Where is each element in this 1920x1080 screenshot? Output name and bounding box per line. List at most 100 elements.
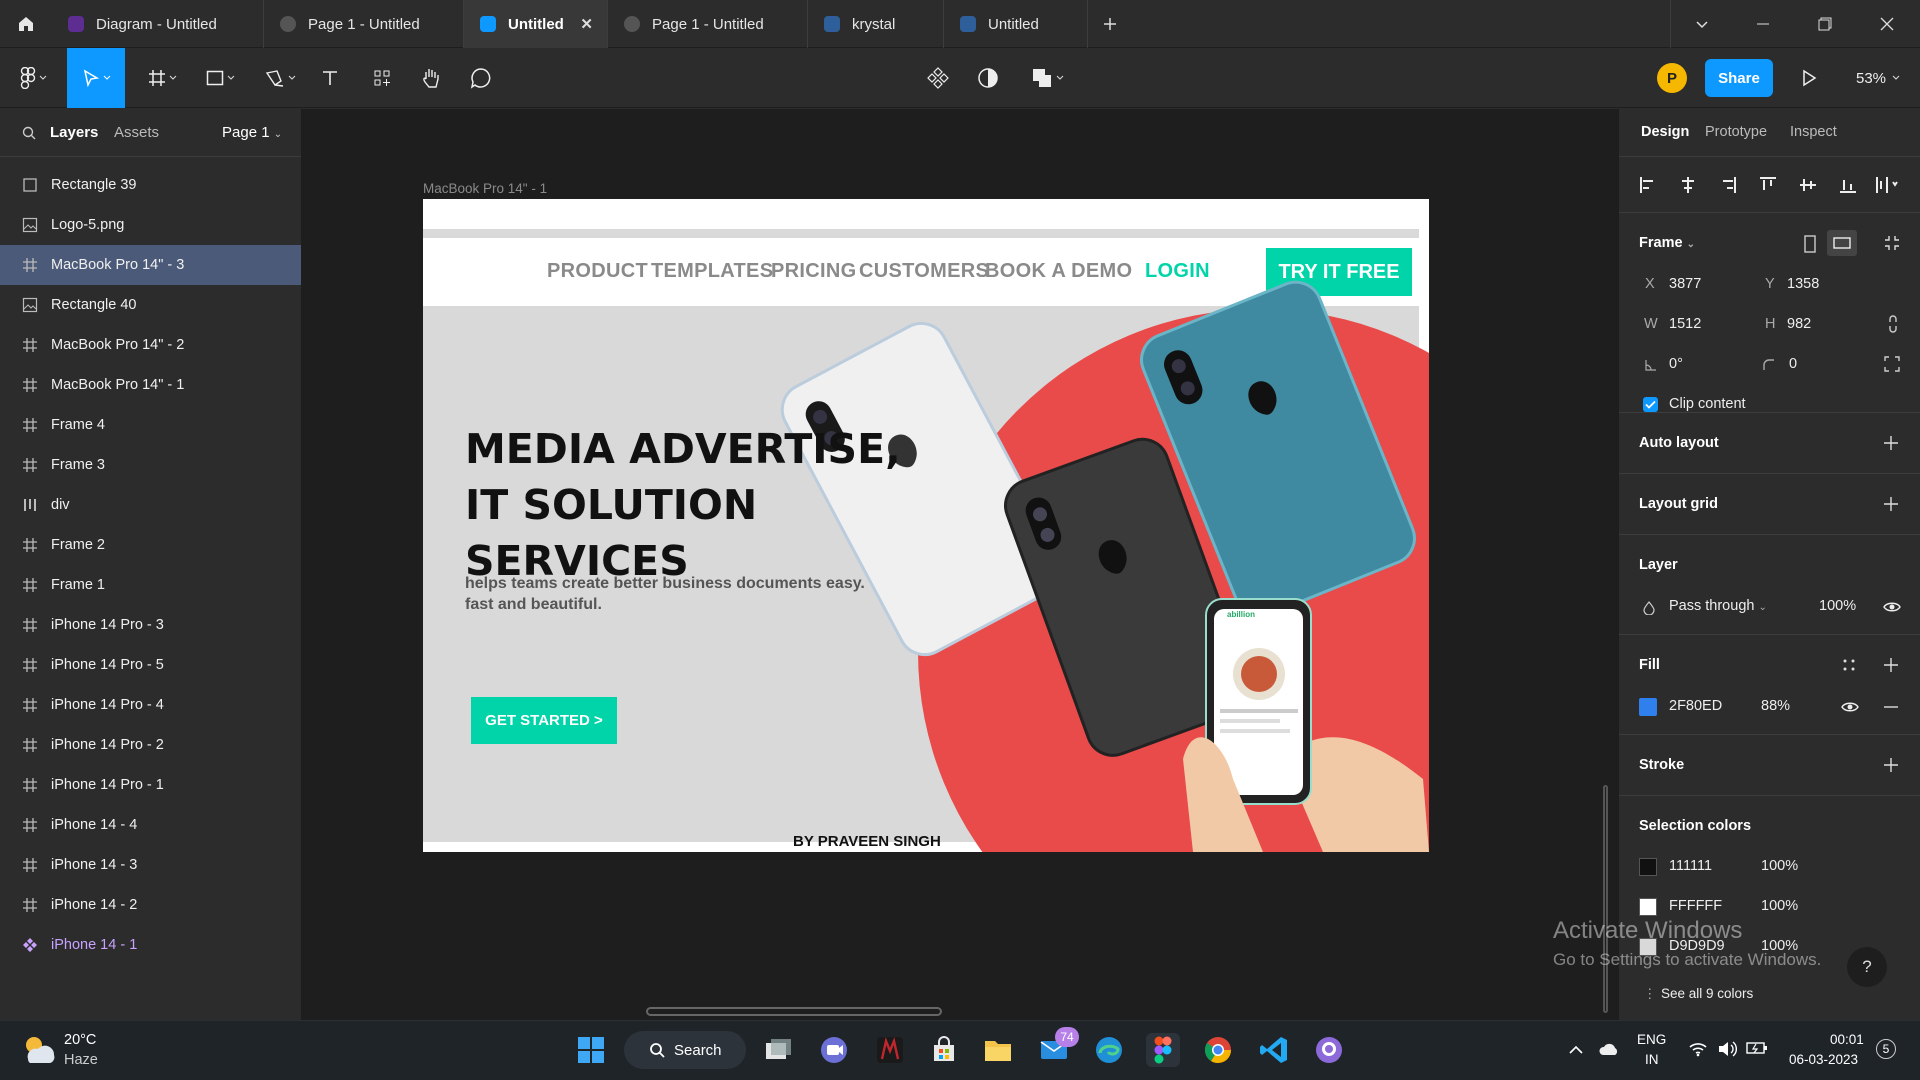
layer-row[interactable]: iPhone 14 Pro - 3	[0, 605, 301, 645]
drag-handle-icon[interactable]: ⋮	[1643, 986, 1657, 1002]
horizontal-scrollbar[interactable]	[646, 1007, 942, 1016]
plus-icon[interactable]	[1884, 658, 1898, 672]
user-avatar[interactable]: P	[1656, 48, 1688, 108]
align-bottom-icon[interactable]	[1839, 176, 1857, 194]
selection-color-swatch[interactable]	[1639, 898, 1657, 916]
landscape-toggle[interactable]	[1827, 230, 1857, 256]
selection-color-hex[interactable]: FFFFFF	[1669, 898, 1722, 914]
layer-row[interactable]: MacBook Pro 14" - 3	[0, 245, 301, 285]
edge-button[interactable]	[1092, 1033, 1126, 1067]
design-frame[interactable]: PRODUCT TEMPLATES PRICING CUSTOMERS BOOK…	[423, 199, 1429, 852]
layer-row[interactable]: Frame 1	[0, 565, 301, 605]
tab-untitled-2[interactable]: Untitled	[944, 0, 1088, 48]
width-input[interactable]: 1512	[1669, 316, 1701, 332]
new-tab-button[interactable]	[1098, 0, 1122, 48]
help-button[interactable]: ?	[1847, 947, 1887, 987]
github-button[interactable]	[1312, 1033, 1346, 1067]
hand-tool[interactable]	[418, 48, 444, 108]
boolean-button[interactable]	[1024, 48, 1070, 108]
chrome-button[interactable]	[1201, 1033, 1235, 1067]
layer-row[interactable]: iPhone 14 Pro - 1	[0, 765, 301, 805]
layer-row[interactable]: iPhone 14 - 3	[0, 845, 301, 885]
notification-badge[interactable]: 5	[1876, 1039, 1896, 1059]
home-button[interactable]	[0, 0, 52, 48]
wifi-icon[interactable]	[1688, 1041, 1708, 1057]
y-input[interactable]: 1358	[1787, 276, 1819, 292]
move-tool[interactable]	[67, 48, 125, 108]
clock-time[interactable]: 00:01	[1830, 1032, 1864, 1047]
layer-opacity-input[interactable]: 100%	[1819, 598, 1856, 614]
height-input[interactable]: 982	[1787, 316, 1811, 332]
clock-date[interactable]: 06-03-2023	[1789, 1052, 1858, 1067]
layer-row[interactable]: Rectangle 40	[0, 285, 301, 325]
plus-icon[interactable]	[1884, 497, 1898, 511]
resize-to-fit-icon[interactable]	[1884, 235, 1900, 251]
shape-tool[interactable]	[198, 48, 242, 108]
x-input[interactable]: 3877	[1669, 276, 1701, 292]
volume-icon[interactable]	[1717, 1040, 1737, 1058]
restore-button[interactable]	[1794, 0, 1856, 48]
teams-chat-button[interactable]	[817, 1033, 851, 1067]
get-started-button[interactable]: GET STARTED >	[471, 697, 617, 744]
clip-content-checkbox[interactable]	[1643, 397, 1658, 412]
layer-row[interactable]: Frame 2	[0, 525, 301, 565]
selection-color-opacity[interactable]: 100%	[1761, 858, 1798, 874]
align-center-v-icon[interactable]	[1799, 176, 1817, 194]
layer-row[interactable]: div	[0, 485, 301, 525]
layer-row[interactable]: MacBook Pro 14" - 2	[0, 325, 301, 365]
fill-opacity-input[interactable]: 88%	[1761, 698, 1790, 714]
minus-icon[interactable]	[1884, 706, 1898, 708]
tab-diagram[interactable]: Diagram - Untitled	[52, 0, 264, 48]
mail-button[interactable]: 74	[1037, 1027, 1079, 1067]
comment-tool[interactable]	[468, 48, 494, 108]
store-button[interactable]	[927, 1033, 961, 1067]
align-center-h-icon[interactable]	[1679, 176, 1697, 194]
layer-row[interactable]: iPhone 14 Pro - 2	[0, 725, 301, 765]
components-button[interactable]	[924, 48, 952, 108]
align-left-icon[interactable]	[1639, 176, 1657, 194]
vertical-scrollbar[interactable]	[1603, 785, 1608, 1013]
canvas[interactable]: MacBook Pro 14" - 1 PRODUCT TEMPLATES PR…	[302, 109, 1618, 1020]
blend-mode-dropdown[interactable]: Pass through ⌄	[1669, 598, 1767, 614]
layer-row[interactable]: iPhone 14 - 2	[0, 885, 301, 925]
tab-overflow-button[interactable]	[1670, 0, 1732, 48]
layer-row[interactable]: Frame 3	[0, 445, 301, 485]
text-tool[interactable]	[318, 48, 342, 108]
align-top-icon[interactable]	[1759, 176, 1777, 194]
figma-button[interactable]	[1146, 1033, 1180, 1067]
start-button[interactable]	[574, 1033, 608, 1067]
tab-layers[interactable]: Layers	[50, 124, 98, 141]
page-selector[interactable]: Page 1 ⌄	[222, 124, 282, 141]
style-grid-icon[interactable]	[1843, 659, 1855, 671]
frame-tool[interactable]	[140, 48, 184, 108]
corner-radius-input[interactable]: 0	[1789, 356, 1797, 372]
chevron-up-icon[interactable]	[1568, 1045, 1584, 1055]
resources-tool[interactable]	[370, 48, 394, 108]
selection-color-swatch[interactable]	[1639, 858, 1657, 876]
layer-row[interactable]: Logo-5.png	[0, 205, 301, 245]
tab-page1-b[interactable]: Page 1 - Untitled	[608, 0, 808, 48]
layer-row[interactable]: iPhone 14 Pro - 5	[0, 645, 301, 685]
task-view-button[interactable]	[761, 1033, 795, 1067]
tab-inspect[interactable]: Inspect	[1790, 124, 1837, 140]
layer-row[interactable]: iPhone 14 - 1	[0, 925, 301, 965]
pen-tool[interactable]	[258, 48, 302, 108]
tab-design[interactable]: Design	[1641, 124, 1689, 140]
tab-prototype[interactable]: Prototype	[1705, 124, 1767, 140]
search-icon[interactable]	[22, 126, 36, 140]
zoom-dropdown[interactable]: 53%	[1850, 48, 1906, 108]
layer-row[interactable]: iPhone 14 Pro - 4	[0, 685, 301, 725]
selection-color-opacity[interactable]: 100%	[1761, 898, 1798, 914]
portrait-icon[interactable]	[1804, 235, 1816, 253]
layer-row[interactable]: iPhone 14 - 4	[0, 805, 301, 845]
file-explorer-button[interactable]	[981, 1033, 1015, 1067]
close-tab-icon[interactable]: ✕	[580, 15, 593, 33]
share-button[interactable]: Share	[1705, 59, 1773, 97]
present-button[interactable]	[1796, 48, 1822, 108]
distribute-icon[interactable]	[1875, 176, 1901, 194]
layer-row[interactable]: MacBook Pro 14" - 1	[0, 365, 301, 405]
frame-title[interactable]: Frame ⌄	[1639, 235, 1695, 251]
mask-button[interactable]	[974, 48, 1002, 108]
constrain-proportions-icon[interactable]	[1887, 314, 1899, 334]
tab-page1[interactable]: Page 1 - Untitled	[264, 0, 464, 48]
